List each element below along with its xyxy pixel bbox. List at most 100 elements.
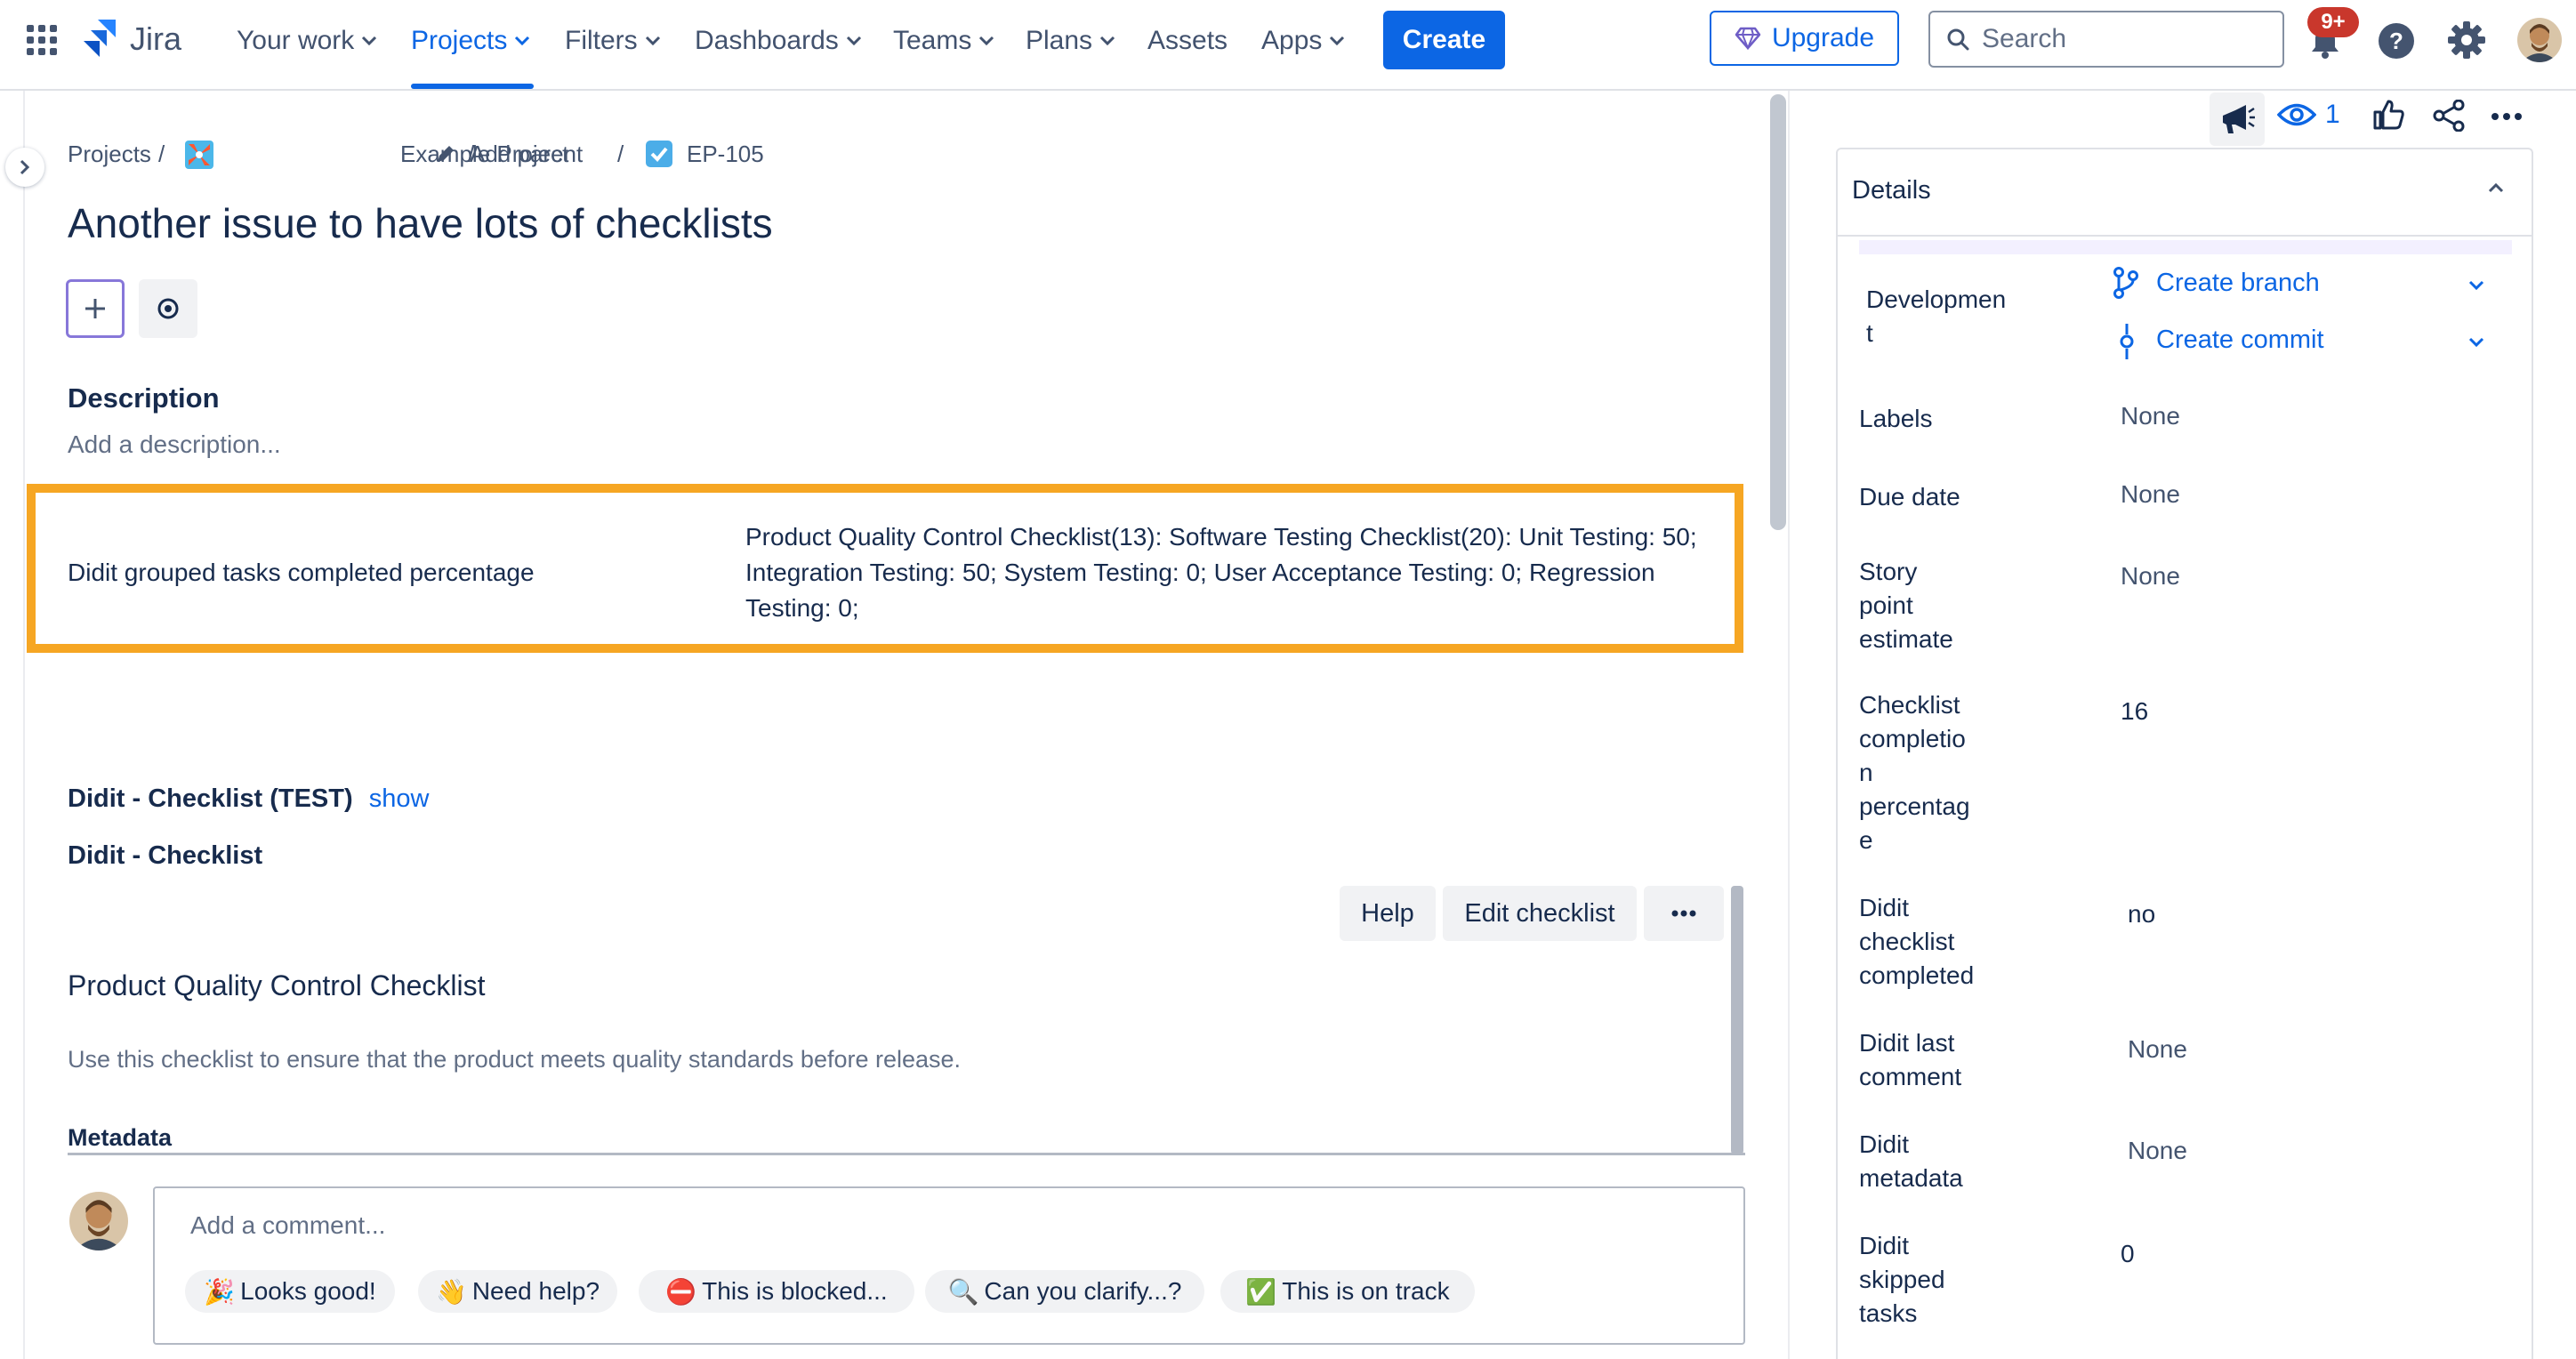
- quick-reply-label: This is on track: [1282, 1277, 1450, 1305]
- like-button[interactable]: [2371, 98, 2405, 132]
- help-button[interactable]: Help: [1340, 886, 1436, 941]
- chevron-down-icon: [846, 36, 861, 46]
- nav-assets[interactable]: Assets: [1147, 21, 1228, 60]
- grouped-tasks-label: Didit grouped tasks completed percentage: [68, 559, 535, 586]
- wave-emoji-icon: 👋: [435, 1277, 467, 1306]
- nav-filters[interactable]: Filters: [565, 21, 661, 60]
- search-input[interactable]: Search: [1928, 11, 2284, 68]
- comment-placeholder: Add a comment...: [190, 1211, 386, 1239]
- nav-apps[interactable]: Apps: [1261, 21, 1345, 60]
- gem-icon: [1735, 27, 1761, 50]
- breadcrumb-separator: /: [617, 141, 624, 167]
- search-placeholder: Search: [1982, 24, 2067, 53]
- expand-sidebar-button[interactable]: [5, 148, 44, 187]
- chevron-down-icon: [645, 36, 660, 46]
- watchers-count: 1: [2325, 100, 2340, 129]
- product-name: Jira: [130, 20, 182, 57]
- chevron-down-icon: [362, 36, 377, 46]
- checklist-bottom-divider: [68, 1153, 1745, 1155]
- chevron-down-icon[interactable]: [2467, 279, 2485, 292]
- nav-teams[interactable]: Teams: [893, 21, 994, 60]
- quick-reply-blocked[interactable]: ⛔ This is blocked...: [639, 1270, 914, 1313]
- upgrade-button[interactable]: Upgrade: [1710, 11, 1899, 66]
- target-icon: [157, 298, 179, 319]
- more-actions-button[interactable]: [2491, 112, 2523, 121]
- upgrade-label: Upgrade: [1771, 23, 1875, 52]
- checklist-completion-label: Checklist completio n percentag e: [1859, 691, 1970, 854]
- skipped-tasks-value[interactable]: 0: [2121, 1240, 2135, 1268]
- project-avatar-icon: [185, 141, 213, 169]
- share-button[interactable]: [2432, 100, 2466, 132]
- main-scrollbar[interactable]: [1770, 94, 1786, 530]
- due-date-label: Due date: [1859, 483, 1960, 511]
- chevron-down-icon: [1330, 36, 1345, 46]
- nav-dashboards[interactable]: Dashboards: [695, 21, 862, 60]
- jira-logo[interactable]: Jira: [80, 18, 181, 60]
- issue-title[interactable]: Another issue to have lots of checklists: [68, 199, 773, 247]
- breadcrumb-issue-key[interactable]: EP-105: [687, 141, 764, 168]
- quick-reply-looks-good[interactable]: 🎉 Looks good!: [185, 1270, 395, 1313]
- checklist-completion-value[interactable]: 16: [2121, 697, 2148, 726]
- quick-reply-label: Need help?: [471, 1277, 600, 1305]
- checklist-completed-value[interactable]: no: [2128, 900, 2155, 929]
- add-button[interactable]: [66, 279, 125, 338]
- metadata-value[interactable]: None: [2128, 1137, 2187, 1165]
- checklist-test-show-link[interactable]: show: [369, 784, 430, 813]
- description-placeholder[interactable]: Add a description...: [68, 430, 281, 459]
- story-points-value[interactable]: None: [2121, 562, 2180, 591]
- collapse-details-button[interactable]: [2487, 181, 2505, 194]
- nav-your-work[interactable]: Your work: [237, 21, 377, 60]
- party-emoji-icon: 🎉: [204, 1277, 236, 1306]
- details-header-divider: [1838, 235, 2532, 237]
- quick-reply-need-help[interactable]: 👋 Need help?: [418, 1270, 617, 1313]
- labels-label: Labels: [1859, 405, 1933, 432]
- checklist-title: Product Quality Control Checklist: [68, 969, 486, 1001]
- quick-reply-label: Can you clarify...?: [984, 1277, 1182, 1305]
- nav-teams-label: Teams: [893, 26, 972, 55]
- checklist-scrollbar[interactable]: [1731, 886, 1743, 1154]
- chevron-down-icon: [1099, 36, 1115, 46]
- nav-plans[interactable]: Plans: [1026, 21, 1115, 60]
- nav-projects[interactable]: Projects: [411, 21, 530, 60]
- nav-apps-label: Apps: [1261, 26, 1323, 55]
- quick-reply-label: Looks good!: [240, 1277, 376, 1305]
- check-emoji-icon: ✅: [1245, 1277, 1277, 1306]
- feedback-button[interactable]: [2210, 92, 2265, 146]
- create-commit-link[interactable]: Create commit: [2156, 326, 2324, 355]
- comment-input[interactable]: [153, 1186, 1745, 1345]
- app-switcher-icon[interactable]: [27, 25, 57, 55]
- quick-reply-clarify[interactable]: 🔍 Can you clarify...?: [925, 1270, 1204, 1313]
- breadcrumb-projects[interactable]: Projects: [68, 141, 151, 168]
- svg-text:?: ?: [2389, 28, 2403, 54]
- nav-active-indicator: [411, 84, 534, 89]
- create-branch-link[interactable]: Create branch: [2156, 269, 2320, 298]
- edit-checklist-button[interactable]: Edit checklist: [1443, 886, 1637, 941]
- breadcrumb-separator: /: [158, 141, 165, 167]
- help-icon[interactable]: ?: [2377, 21, 2416, 60]
- chevron-down-icon[interactable]: [2467, 336, 2485, 349]
- details-title[interactable]: Details: [1852, 176, 1931, 205]
- last-comment-value[interactable]: None: [2128, 1035, 2187, 1064]
- nav-filters-label: Filters: [565, 26, 638, 55]
- checklist-heading: Didit - Checklist: [68, 841, 263, 870]
- settings-gear-icon[interactable]: [2446, 20, 2487, 60]
- create-button[interactable]: Create: [1383, 11, 1505, 69]
- skipped-tasks-label: Didit skipped tasks: [1859, 1232, 1945, 1327]
- add-parent-link[interactable]: Add parent: [470, 141, 583, 168]
- nav-projects-label: Projects: [411, 26, 508, 55]
- sidebar-border: [23, 91, 25, 1359]
- labels-value[interactable]: None: [2121, 402, 2180, 430]
- nav-your-work-label: Your work: [237, 26, 355, 55]
- eye-icon: [2277, 103, 2316, 126]
- quick-reply-on-track[interactable]: ✅ This is on track: [1220, 1270, 1475, 1313]
- chevron-down-icon: [979, 36, 994, 46]
- watch-button[interactable]: 1: [2277, 100, 2340, 130]
- user-avatar[interactable]: [2517, 18, 2562, 62]
- panel-divider: [1788, 91, 1790, 1359]
- thumbs-up-icon: [2373, 100, 2404, 130]
- metadata-heading: Metadata: [68, 1124, 173, 1151]
- chevron-right-icon: [20, 159, 30, 175]
- due-date-value[interactable]: None: [2121, 480, 2180, 509]
- apps-button[interactable]: [139, 279, 197, 338]
- more-options-button[interactable]: [1644, 886, 1724, 941]
